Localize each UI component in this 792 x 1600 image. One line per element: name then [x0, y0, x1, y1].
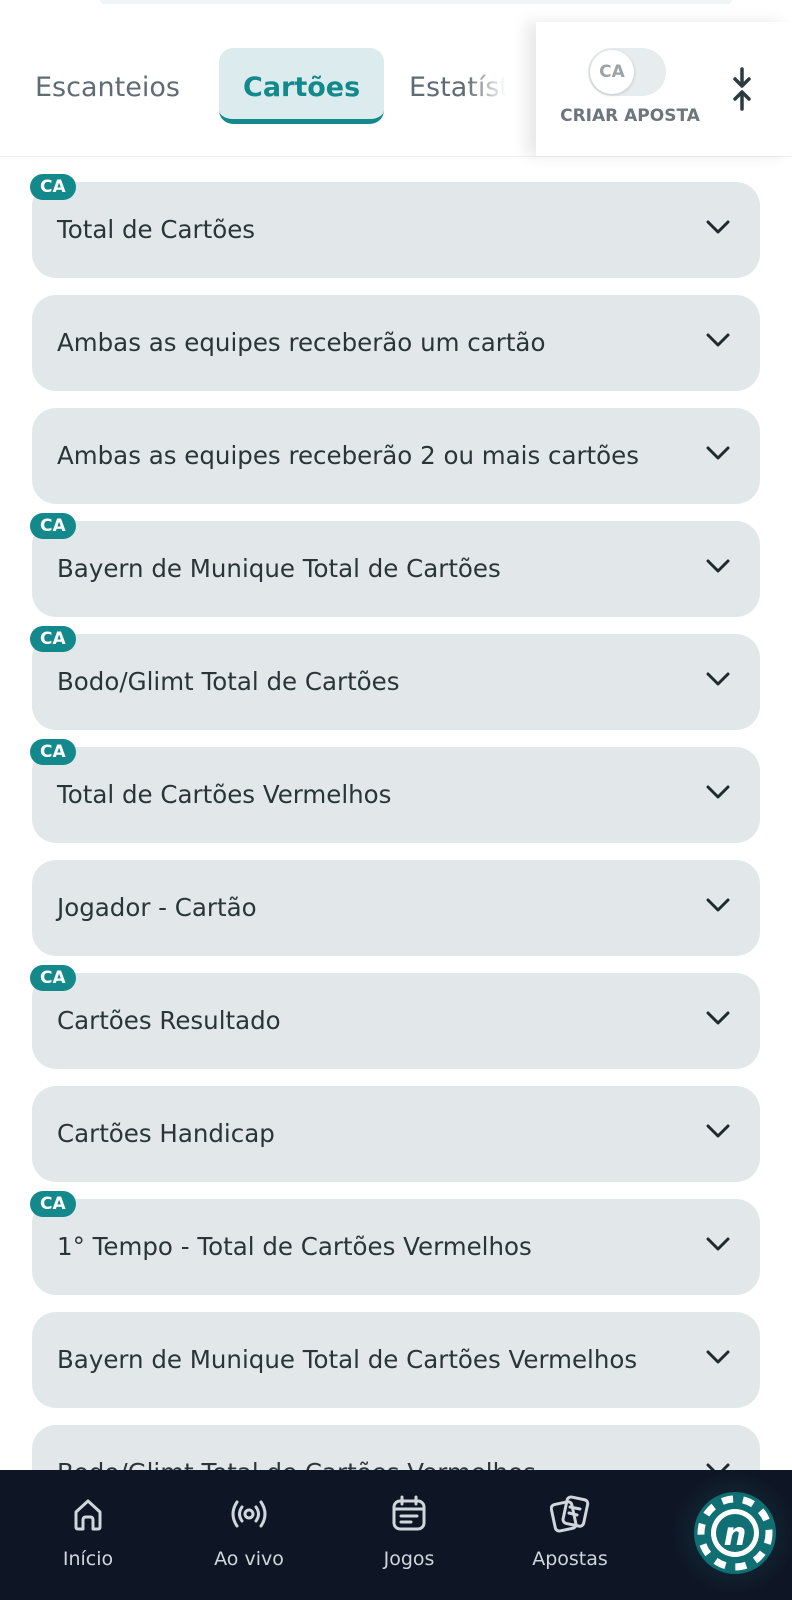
bet-builder-toggle[interactable]: CA — [588, 48, 666, 96]
market-title: Ambas as equipes receberão um cartão — [57, 328, 546, 357]
market-title: Total de Cartões Vermelhos — [57, 780, 392, 809]
market-title: Ambas as equipes receberão 2 ou mais car… — [57, 441, 639, 470]
chevron-down-icon[interactable] — [706, 896, 730, 914]
chevron-down-icon[interactable] — [706, 1009, 730, 1027]
top-divider — [100, 0, 732, 4]
market-item[interactable]: Bodo/Glimt Total de Cartões CA — [30, 626, 760, 730]
market-item[interactable]: Cartões Resultado CA — [30, 965, 760, 1069]
chevron-down-icon[interactable] — [706, 218, 730, 236]
nav-ao-vivo[interactable]: Ao vivo — [204, 1470, 294, 1600]
tab-fade — [466, 22, 506, 156]
market-title: Total de Cartões — [57, 215, 256, 244]
nav-apostas[interactable]: Apostas — [525, 1470, 615, 1600]
bottom-nav: Início Ao vivo Jogos Apostas n — [0, 1470, 792, 1600]
market-item[interactable]: Total de Cartões Vermelhos CA — [30, 739, 760, 843]
tab-escanteios[interactable]: Escanteios — [35, 48, 180, 124]
nav-label-ao-vivo: Ao vivo — [214, 1548, 284, 1570]
tab-cartoes[interactable]: Cartões — [219, 48, 385, 124]
chevron-down-icon[interactable] — [706, 783, 730, 801]
market-item[interactable]: Bayern de Munique Total de Cartões Verme… — [32, 1312, 760, 1408]
chevron-down-icon[interactable] — [706, 444, 730, 462]
chevron-down-icon[interactable] — [706, 1122, 730, 1140]
nav-inicio[interactable]: Início — [48, 1470, 128, 1600]
chevron-down-icon[interactable] — [706, 1348, 730, 1366]
bets-icon — [550, 1495, 590, 1533]
live-icon — [231, 1500, 267, 1528]
chevron-down-icon[interactable] — [706, 670, 730, 688]
market-item[interactable]: Cartões Handicap — [32, 1086, 760, 1182]
bet-builder-label: CRIAR APOSTA — [560, 106, 700, 126]
market-title: 1° Tempo - Total de Cartões Vermelhos — [57, 1232, 532, 1261]
ca-badge: CA — [30, 965, 76, 991]
tab-list: Escanteios Cartões Estatíst — [0, 22, 506, 156]
bet-builder-area: CA CRIAR APOSTA — [536, 22, 792, 156]
ca-badge: CA — [30, 513, 76, 539]
market-item[interactable]: Bayern de Munique Total de Cartões CA — [30, 513, 760, 617]
market-title: Bodo/Glimt Total de Cartões — [57, 667, 400, 696]
market-item[interactable]: Ambas as equipes receberão um cartão — [32, 295, 760, 391]
calendar-icon — [392, 1495, 426, 1531]
market-item[interactable]: 1° Tempo - Total de Cartões Vermelhos CA — [30, 1191, 760, 1295]
market-title: Bayern de Munique Total de Cartões Verme… — [57, 1345, 638, 1374]
nav-jogos[interactable]: Jogos — [369, 1470, 449, 1600]
nav-label-jogos: Jogos — [383, 1548, 435, 1570]
market-title: Cartões Resultado — [57, 1006, 281, 1035]
brand-chip-icon[interactable]: n — [694, 1492, 776, 1574]
ca-badge: CA — [30, 1191, 76, 1217]
market-item[interactable]: Ambas as equipes receberão 2 ou mais car… — [32, 408, 760, 504]
collapse-icon[interactable] — [728, 66, 756, 112]
brand-chip-letter: n — [724, 1515, 747, 1553]
market-title: Jogador - Cartão — [57, 893, 257, 922]
market-item[interactable]: Jogador - Cartão — [32, 860, 760, 956]
ca-badge: CA — [30, 626, 76, 652]
market-title: Bayern de Munique Total de Cartões — [57, 554, 501, 583]
ca-badge: CA — [30, 174, 76, 200]
tab-bar: Escanteios Cartões Estatíst CA CRIAR APO… — [0, 22, 792, 157]
nav-label-inicio: Início — [62, 1548, 114, 1570]
market-title: Cartões Handicap — [57, 1119, 275, 1148]
chevron-down-icon[interactable] — [706, 557, 730, 575]
top-strip — [0, 0, 792, 22]
chevron-down-icon[interactable] — [706, 331, 730, 349]
nav-label-apostas: Apostas — [532, 1548, 608, 1570]
ca-badge: CA — [30, 739, 76, 765]
market-item[interactable]: Total de Cartões CA — [30, 174, 760, 278]
home-icon — [74, 1499, 102, 1531]
chevron-down-icon[interactable] — [706, 1235, 730, 1253]
toggle-knob: CA — [590, 50, 634, 94]
